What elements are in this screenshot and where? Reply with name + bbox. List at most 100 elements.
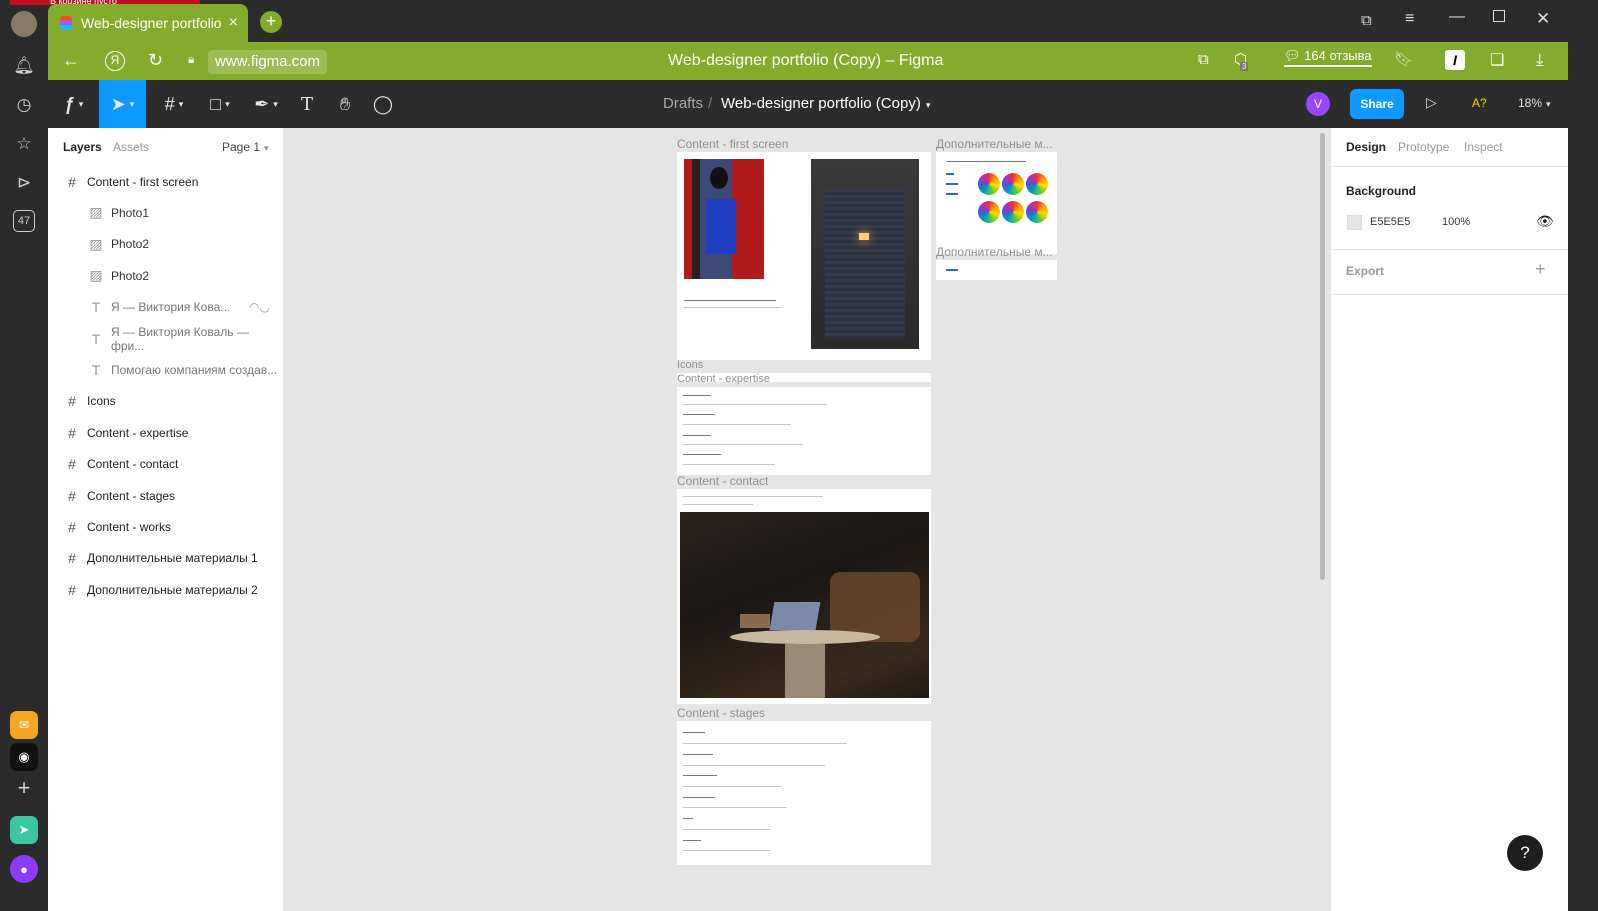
layer-item[interactable]: T Я — Виктория Кова... ◠◡ — [48, 292, 284, 323]
app-mail-icon[interactable]: ✉ — [10, 711, 38, 739]
file-name[interactable]: Web-designer portfolio (Copy) ▾ — [721, 95, 930, 112]
layer-label: Дополнительные материалы 1 — [87, 551, 258, 566]
frame-first-screen[interactable] — [677, 152, 931, 360]
shape-tool-button[interactable]: □ ▾ — [200, 80, 240, 128]
bell-icon[interactable]: 🔔︎ — [12, 54, 36, 78]
reviews-label: 164 отзыва — [1304, 48, 1372, 63]
url-field[interactable]: www.figma.com — [208, 50, 328, 74]
frame-label-contact[interactable]: Content - contact — [677, 474, 768, 488]
photo1-image[interactable] — [684, 159, 764, 279]
divider — [1331, 294, 1569, 295]
image-icon: ▨ — [89, 267, 103, 284]
zoom-control[interactable]: 18% ▾ — [1518, 96, 1551, 110]
comment-tool-icon[interactable]: ◯ — [370, 80, 396, 128]
layer-item[interactable]: # Дополнительные материалы 1 — [48, 543, 284, 574]
help-button[interactable]: ? — [1507, 835, 1543, 871]
layer-label: Content - contact — [87, 457, 179, 472]
background-swatch[interactable] — [1347, 215, 1362, 230]
background-hex-input[interactable]: E5E5E5 — [1370, 216, 1410, 228]
frame-label-icons[interactable]: Icons — [677, 359, 703, 371]
frame-extra-2[interactable] — [936, 260, 1057, 280]
back-icon[interactable]: ← — [62, 50, 80, 71]
bookmark-icon[interactable]: 🔖︎ — [1394, 50, 1413, 68]
move-tool-button[interactable]: ➤ ▾ — [99, 80, 146, 128]
tab-prototype[interactable]: Prototype — [1398, 140, 1449, 154]
layer-label: Content - stages — [87, 488, 176, 503]
add-app-icon[interactable]: + — [12, 775, 36, 800]
missing-fonts-indicator[interactable]: A? — [1472, 96, 1487, 110]
minimize-icon[interactable]: — — [1449, 8, 1465, 26]
background-opacity-input[interactable]: 100% — [1442, 216, 1470, 228]
yandex-icon[interactable]: Я — [105, 51, 125, 71]
canvas[interactable]: Content - first screen Дополнительные м.… — [284, 128, 1330, 911]
eye-icon[interactable]: 👁︎ — [1536, 213, 1554, 230]
copy-icon[interactable]: ⧉ — [1198, 51, 1209, 68]
frame-label-expertise[interactable]: Content - expertise — [677, 373, 770, 385]
add-export-icon[interactable]: + — [1535, 259, 1546, 280]
photo2-image[interactable] — [811, 159, 919, 349]
app-assistant-icon[interactable]: ● — [10, 855, 38, 883]
share-button[interactable]: Share — [1350, 89, 1404, 119]
layer-item[interactable]: # Content - stages — [48, 480, 284, 511]
breadcrumb-drafts[interactable]: Drafts — [663, 95, 703, 112]
tab-inspect[interactable]: Inspect — [1464, 140, 1503, 154]
user-avatar[interactable]: V — [1306, 92, 1330, 116]
history-icon[interactable]: ◷ — [12, 93, 36, 117]
counter-badge[interactable]: 47 — [13, 210, 35, 232]
star-icon[interactable]: ☆ — [12, 132, 36, 156]
layer-item[interactable]: # Content - first screen — [48, 166, 284, 197]
main-menu-button[interactable]: ƒ ▾ — [52, 80, 96, 128]
download-icon[interactable]: ⤓ — [1536, 50, 1544, 70]
frame-label-stages[interactable]: Content - stages — [677, 706, 765, 720]
layer-item[interactable]: ▨ Photo1 — [48, 197, 284, 228]
tab-design[interactable]: Design — [1346, 140, 1386, 154]
bookmarks-icon[interactable]: ⧉ — [1361, 12, 1372, 29]
layer-item[interactable]: # Content - works — [48, 511, 284, 542]
page-selector[interactable]: Page 1 ▾ — [222, 140, 269, 154]
layer-item[interactable]: # Content - expertise — [48, 417, 284, 448]
tab-assets[interactable]: Assets — [113, 140, 149, 154]
app-alice-icon[interactable]: ◉ — [10, 743, 38, 771]
close-window-icon[interactable]: ✕ — [1536, 9, 1550, 29]
layer-item[interactable]: # Дополнительные материалы 2 — [48, 574, 284, 605]
tab-layers[interactable]: Layers — [63, 140, 102, 154]
pen-tool-button[interactable]: ✒ ▾ — [244, 80, 288, 128]
hand-tool-icon[interactable]: ✋︎ — [332, 80, 358, 128]
browser-tab[interactable]: Web-designer portfolio × — [48, 4, 248, 42]
frame-label-extra-1[interactable]: Дополнительные м... — [936, 137, 1053, 151]
profile-avatar[interactable] — [11, 11, 37, 37]
play-icon[interactable]: ⊳ — [12, 171, 36, 195]
frame-expertise[interactable] — [677, 387, 931, 475]
app-messenger-icon[interactable]: ➤ — [10, 816, 38, 844]
layer-item[interactable]: ▨ Photo2 — [48, 260, 284, 291]
reviews-button[interactable]: 💬︎ 164 отзыва — [1284, 48, 1372, 67]
layer-item[interactable]: T Я — Виктория Коваль — фри... — [48, 323, 284, 354]
new-tab-button[interactable]: + — [260, 11, 282, 33]
frame-label-first-screen[interactable]: Content - first screen — [677, 137, 788, 151]
collections-icon[interactable]: ❏ — [1490, 50, 1504, 70]
tab-close-icon[interactable]: × — [229, 14, 238, 32]
layer-item[interactable]: T Помогаю компаниям создав... — [48, 354, 284, 385]
export-heading: Export — [1346, 264, 1385, 278]
layer-item[interactable]: ▨ Photo2 — [48, 229, 284, 260]
frame-contact[interactable] — [677, 489, 931, 704]
layer-item[interactable]: # Icons — [48, 386, 284, 417]
canvas-scrollbar[interactable] — [1320, 133, 1325, 580]
menu-icon[interactable]: ≡ — [1405, 10, 1414, 28]
frame-tool-button[interactable]: # ▾ — [154, 80, 194, 128]
reader-icon[interactable]: I — [1445, 50, 1465, 70]
frame-stages[interactable] — [677, 721, 931, 865]
design-panel: Design Prototype Inspect Background E5E5… — [1330, 128, 1569, 911]
divider — [1331, 249, 1569, 250]
frame-label-extra-2[interactable]: Дополнительные м... — [936, 245, 1053, 259]
present-icon[interactable]: ▷ — [1426, 94, 1437, 111]
address-bar: ← Я ↻ 🔒︎ www.figma.com Web-designer port… — [48, 42, 1598, 80]
text-tool-icon[interactable]: T — [294, 80, 320, 128]
hidden-eye-icon[interactable]: ◠◡ — [249, 300, 270, 314]
layer-item[interactable]: # Content - contact — [48, 449, 284, 480]
reload-icon[interactable]: ↻ — [148, 50, 163, 71]
maximize-icon[interactable] — [1493, 10, 1505, 22]
layer-label: Я — Виктория Кова... — [111, 300, 231, 315]
frame-extra-1[interactable] — [936, 152, 1057, 254]
contact-photo-image[interactable] — [680, 512, 929, 698]
